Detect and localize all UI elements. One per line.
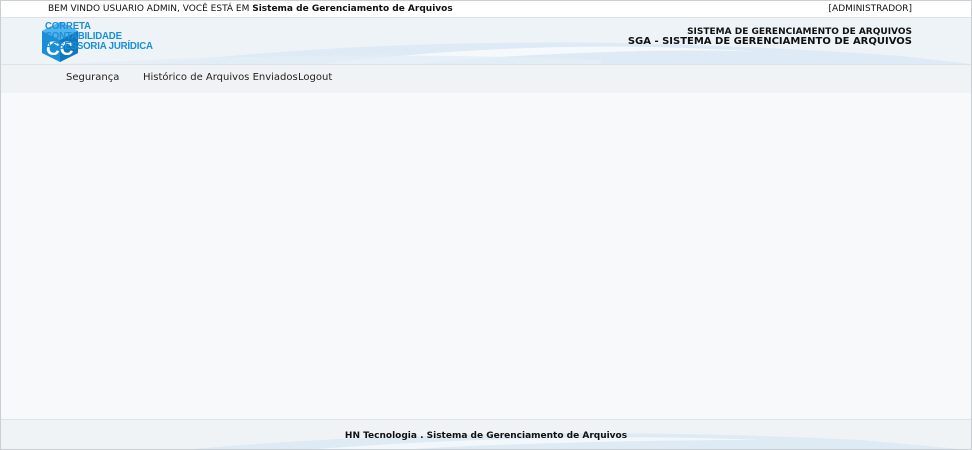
- logo-wordmark: CORRETA CONTABILIDADE ASSESSORIA JURÍDIC…: [45, 21, 153, 52]
- system-subtitle: SGA - SISTEMA DE GERENCIAMENTO DE ARQUIV…: [627, 36, 912, 47]
- app-window: BEM VINDO USUARIO ADMIN, VOCÊ ESTÁ EM Si…: [0, 0, 972, 450]
- footer: HN Tecnologia . Sistema de Gerenciamento…: [1, 419, 971, 449]
- main-content-area: [1, 93, 971, 419]
- main-menu: Segurança Histórico de Arquivos Enviados…: [1, 64, 971, 94]
- system-title-block: SISTEMA DE GERENCIAMENTO DE ARQUIVOS SGA…: [628, 28, 912, 47]
- user-role-badge: [ADMINISTRADOR]: [828, 4, 912, 14]
- welcome-message: BEM VINDO USUARIO ADMIN, VOCÊ ESTÁ EM Si…: [48, 1, 453, 17]
- menu-item-logout[interactable]: Logout: [298, 72, 332, 83]
- menu-item-historico[interactable]: Histórico de Arquivos Enviados: [143, 72, 298, 83]
- welcome-prefix: BEM VINDO USUARIO ADMIN, VOCÊ ESTÁ EM: [48, 4, 253, 14]
- header-banner: CC CORRETA CONTABILIDADE ASSESSORIA JURÍ…: [1, 18, 971, 64]
- footer-credits: HN Tecnologia . Sistema de Gerenciamento…: [344, 431, 628, 441]
- top-status-bar: BEM VINDO USUARIO ADMIN, VOCÊ ESTÁ EM Si…: [1, 1, 971, 18]
- menu-item-seguranca[interactable]: Segurança: [66, 72, 119, 83]
- welcome-system-name: Sistema de Gerenciamento de Arquivos: [252, 4, 453, 14]
- logo-line-3: ASSESSORIA JURÍDICA: [45, 40, 153, 52]
